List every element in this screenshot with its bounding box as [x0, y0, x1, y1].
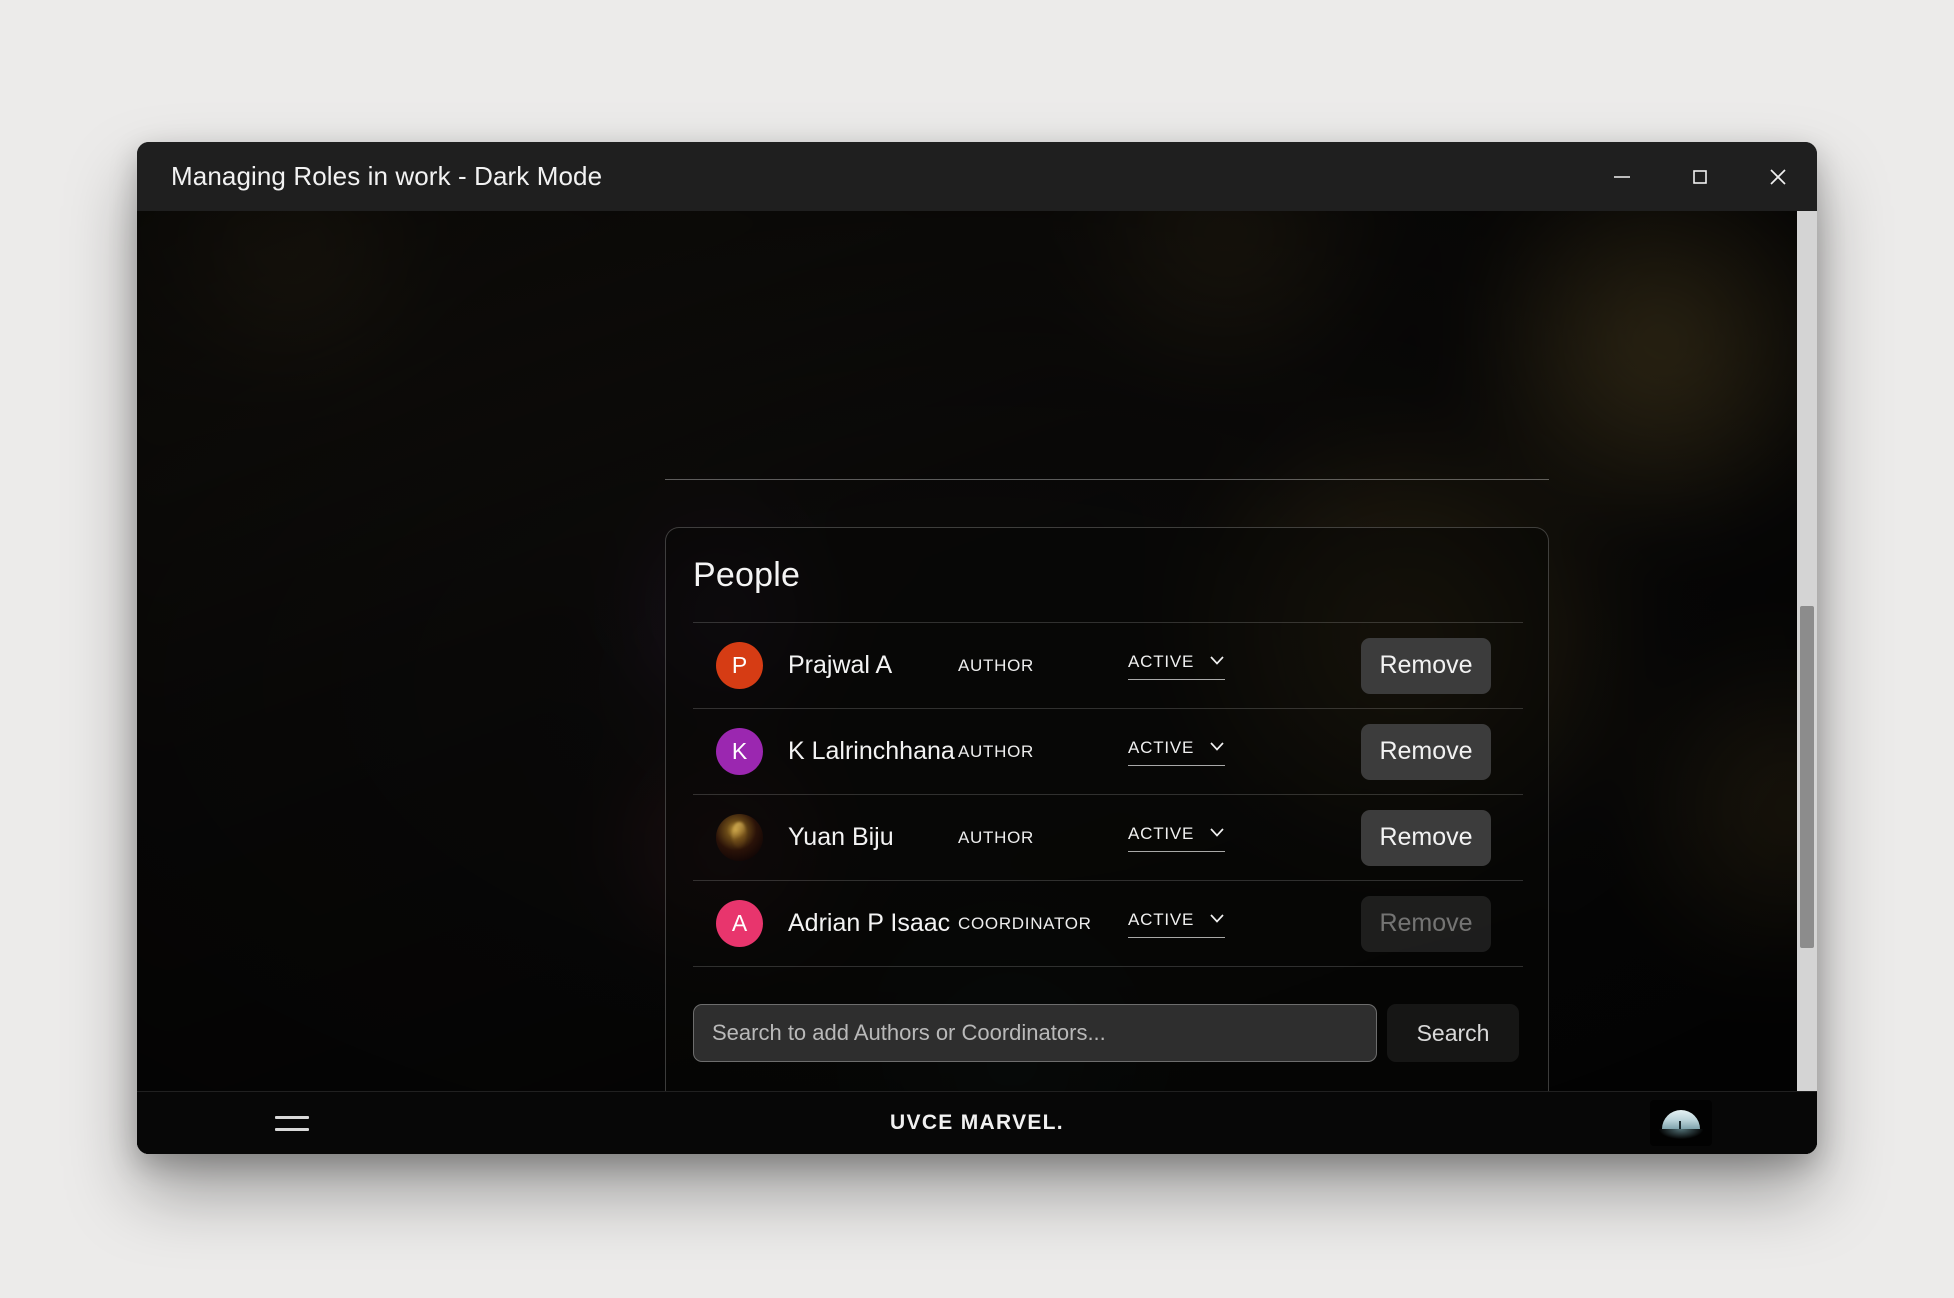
- status-value: ACTIVE: [1128, 651, 1195, 671]
- status-value: ACTIVE: [1128, 823, 1195, 843]
- avatar-initial: A: [731, 910, 748, 936]
- avatar: A: [716, 900, 763, 947]
- top-divider: [665, 479, 1549, 480]
- person-name: Prajwal A: [788, 651, 893, 679]
- person-name: Yuan Biju: [788, 823, 894, 851]
- title-bar: Managing Roles in work - Dark Mode: [137, 142, 1817, 211]
- avatar-initial: K: [731, 738, 748, 764]
- people-list: P Prajwal A AUTHOR ACTIVE Remove K K Lal…: [693, 622, 1523, 967]
- chevron-down-icon: [1209, 825, 1225, 843]
- window-controls: [1583, 142, 1817, 211]
- people-card: People P Prajwal A AUTHOR ACTIVE Remove …: [665, 527, 1549, 1091]
- person-name: Adrian P Isaac: [788, 909, 951, 937]
- maximize-button[interactable]: [1661, 142, 1739, 211]
- table-row: Yuan Biju AUTHOR ACTIVE Remove: [693, 795, 1523, 880]
- close-icon: [1766, 165, 1790, 189]
- window-body: People P Prajwal A AUTHOR ACTIVE Remove …: [137, 211, 1817, 1154]
- brand-name: UVCE MARVEL.: [890, 1111, 1064, 1134]
- search-button[interactable]: Search: [1387, 1004, 1519, 1062]
- avatar: P: [716, 642, 763, 689]
- bottom-bar: UVCE MARVEL.: [137, 1091, 1817, 1154]
- minimize-button[interactable]: [1583, 142, 1661, 211]
- remove-button[interactable]: Remove: [1361, 637, 1491, 694]
- avatar-initial: P: [731, 652, 748, 678]
- status-value: ACTIVE: [1128, 737, 1195, 757]
- table-row: A Adrian P Isaac COORDINATOR ACTIVE Remo…: [693, 881, 1523, 966]
- chevron-down-icon: [1209, 653, 1225, 671]
- chevron-down-icon: [1209, 911, 1225, 929]
- close-button[interactable]: [1739, 142, 1817, 211]
- person-role: COORDINATOR: [958, 913, 1092, 933]
- person-role: AUTHOR: [958, 741, 1034, 761]
- status-dropdown[interactable]: ACTIVE: [1128, 738, 1225, 766]
- search-input[interactable]: [693, 1004, 1377, 1062]
- add-people-search: Search: [693, 1004, 1523, 1062]
- chevron-down-icon: [1209, 739, 1225, 757]
- remove-button[interactable]: Remove: [1361, 809, 1491, 866]
- status-dropdown[interactable]: ACTIVE: [1128, 824, 1225, 852]
- row-separator: [693, 966, 1523, 967]
- table-row: P Prajwal A AUTHOR ACTIVE Remove: [693, 623, 1523, 708]
- avatar: [716, 814, 763, 861]
- avatar: K: [716, 728, 763, 775]
- app-window: Managing Roles in work - Dark Mode Peopl…: [137, 142, 1817, 1154]
- maximize-icon: [1689, 166, 1711, 188]
- status-value: ACTIVE: [1128, 909, 1195, 929]
- remove-button-disabled: Remove: [1361, 895, 1491, 952]
- scrollbar[interactable]: [1797, 211, 1817, 1091]
- scrollbar-thumb[interactable]: [1800, 606, 1814, 948]
- dome-logo-icon[interactable]: [1650, 1100, 1712, 1146]
- window-title: Managing Roles in work - Dark Mode: [171, 161, 603, 191]
- people-card-title: People: [693, 556, 801, 594]
- table-row: K K Lalrinchhana AUTHOR ACTIVE Remove: [693, 709, 1523, 794]
- person-role: AUTHOR: [958, 655, 1034, 675]
- remove-button[interactable]: Remove: [1361, 723, 1491, 780]
- status-dropdown[interactable]: ACTIVE: [1128, 910, 1225, 938]
- status-dropdown[interactable]: ACTIVE: [1128, 652, 1225, 680]
- scroll-viewport: People P Prajwal A AUTHOR ACTIVE Remove …: [137, 211, 1817, 1091]
- minimize-icon: [1611, 166, 1633, 188]
- person-name: K Lalrinchhana: [788, 737, 955, 765]
- person-role: AUTHOR: [958, 827, 1034, 847]
